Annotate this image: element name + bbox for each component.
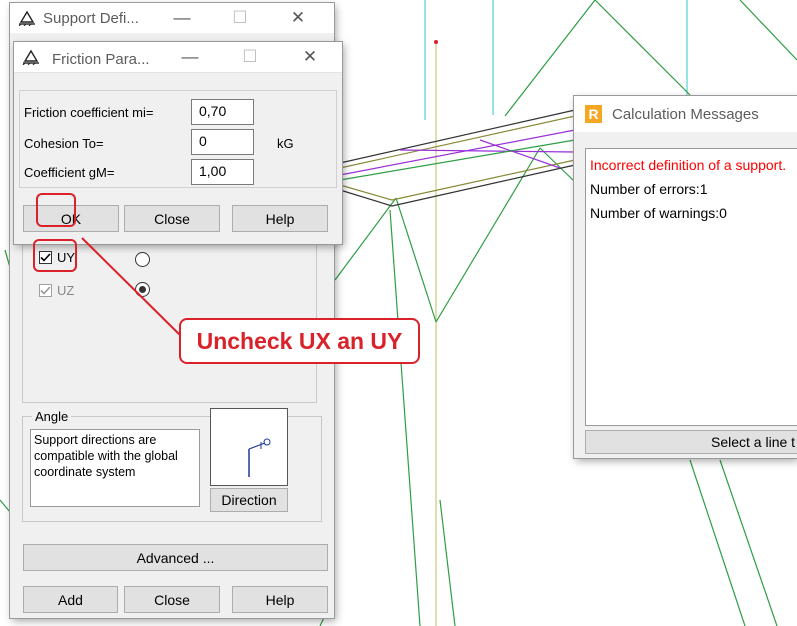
model-line xyxy=(439,499,456,626)
direction-preview xyxy=(210,408,288,486)
model-line xyxy=(395,197,437,323)
warnings-count: Number of warnings:0 xyxy=(590,205,727,221)
support-dialog-titlebar[interactable]: Support Defi... — ☐ ✕ xyxy=(10,3,334,33)
uz-radio[interactable] xyxy=(135,282,150,297)
model-node xyxy=(434,40,438,44)
check-icon xyxy=(40,286,51,295)
calc-messages-title: Calculation Messages xyxy=(612,106,759,123)
coefficient-gm-field[interactable]: 1,00 xyxy=(191,159,254,185)
support-dialog-title: Support Defi... xyxy=(43,10,139,27)
uz-checkbox xyxy=(39,284,52,297)
error-message: Incorrect definition of a support. xyxy=(590,157,787,173)
friction-close-button[interactable]: Close xyxy=(124,205,220,232)
support-icon xyxy=(18,10,35,26)
annotation-callout: Uncheck UX an UY xyxy=(179,318,420,364)
friction-help-button[interactable]: Help xyxy=(232,205,328,232)
calc-messages-titlebar[interactable]: R Calculation Messages xyxy=(574,96,797,132)
model-line xyxy=(334,197,397,281)
support-close-button[interactable]: Close xyxy=(124,586,220,613)
app-logo-letter: R xyxy=(588,106,599,122)
advanced-button[interactable]: Advanced ... xyxy=(23,544,328,571)
angle-description: Support directions are compatible with t… xyxy=(30,429,200,507)
friction-dialog-title: Friction Para... xyxy=(52,51,150,68)
cohesion-field[interactable]: 0 xyxy=(191,129,254,155)
model-line xyxy=(689,459,746,626)
support-icon xyxy=(22,49,39,65)
app-logo-icon: R xyxy=(585,105,602,123)
friction-coefficient-field[interactable]: 0,70 xyxy=(191,99,254,125)
friction-dialog-titlebar[interactable]: Friction Para... — ☐ ✕ xyxy=(14,42,342,73)
coordinate-axes-icon xyxy=(248,438,271,477)
select-line-label: Select a line t xyxy=(711,434,796,450)
support-help-button[interactable]: Help xyxy=(232,586,328,613)
ok-button-highlight xyxy=(36,193,76,227)
model-line xyxy=(539,147,576,183)
uy-radio[interactable] xyxy=(135,252,150,267)
uz-label: UZ xyxy=(57,283,75,298)
model-line xyxy=(719,459,778,626)
messages-list[interactable]: Incorrect definition of a support. Numbe… xyxy=(585,148,797,426)
friction-coefficient-label: Friction coefficient mi= xyxy=(24,105,154,120)
cohesion-unit: kG xyxy=(277,136,294,151)
model-line xyxy=(435,147,541,323)
uy-checkbox-highlight xyxy=(33,239,77,272)
minimize-button[interactable]: — xyxy=(164,3,200,33)
cohesion-label: Cohesion To= xyxy=(24,136,104,151)
calculation-messages-window: R Calculation Messages Incorrect definit… xyxy=(574,96,797,458)
maximize-button[interactable]: ☐ xyxy=(232,42,268,72)
direction-button[interactable]: Direction xyxy=(210,488,288,512)
close-window-button[interactable]: ✕ xyxy=(292,42,328,72)
model-line xyxy=(399,149,576,153)
coefficient-gm-label: Coefficient gM= xyxy=(24,165,115,180)
model-line xyxy=(389,209,421,626)
model-line xyxy=(739,0,797,61)
close-window-button[interactable]: ✕ xyxy=(280,3,316,33)
model-line xyxy=(391,164,576,207)
maximize-button[interactable]: ☐ xyxy=(222,3,258,33)
angle-group-label: Angle xyxy=(32,409,72,424)
add-button[interactable]: Add xyxy=(23,586,118,613)
model-line xyxy=(594,0,691,96)
errors-count: Number of errors:1 xyxy=(590,181,708,197)
minimize-button[interactable]: — xyxy=(172,42,208,72)
select-line-button[interactable]: Select a line t xyxy=(585,430,797,454)
